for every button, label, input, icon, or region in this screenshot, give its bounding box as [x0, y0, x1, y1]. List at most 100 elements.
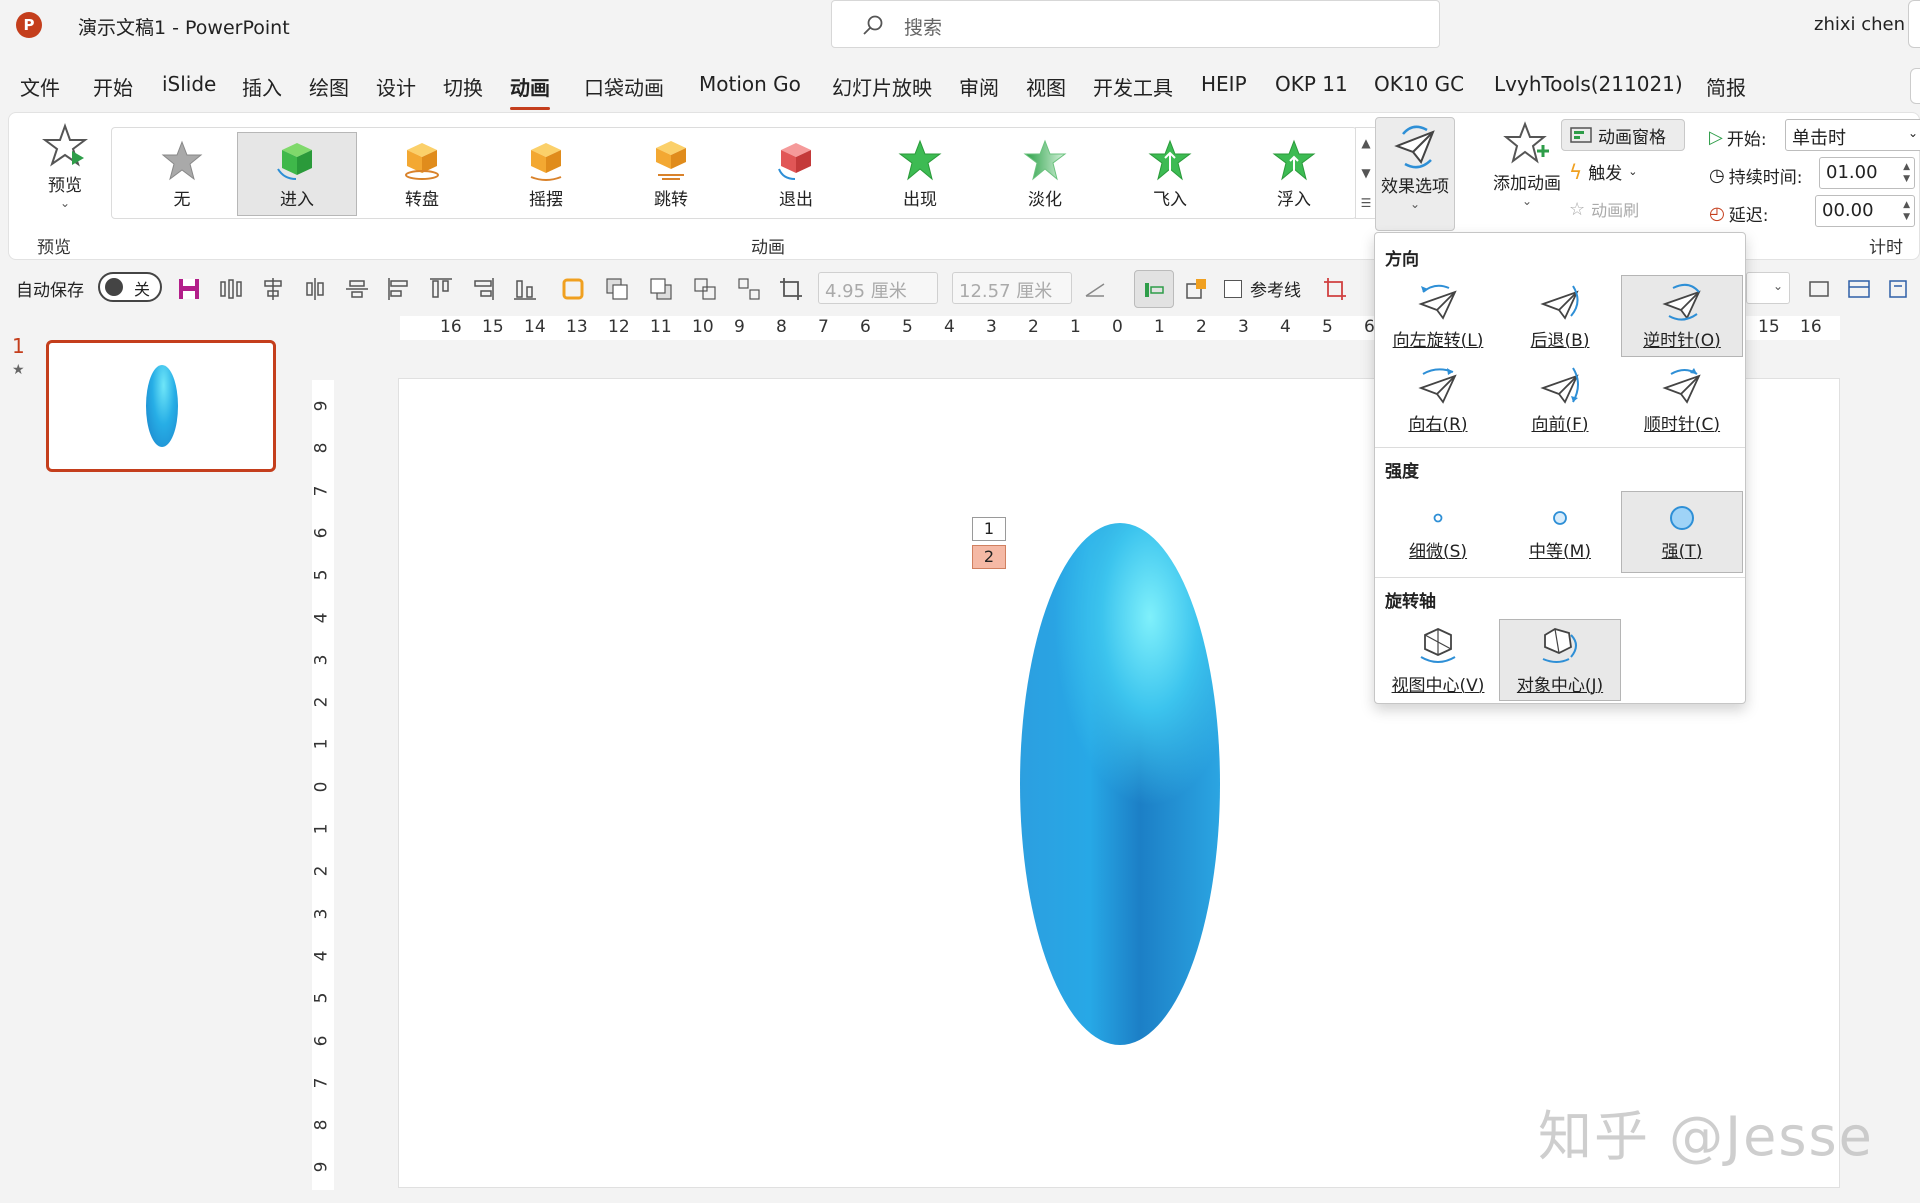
direction-forward[interactable]: 向前(F) [1499, 359, 1621, 441]
slide-thumbnail[interactable] [46, 340, 276, 472]
tab-ok10gc[interactable]: OK10 GC [1374, 72, 1464, 96]
align-middle-icon[interactable] [344, 276, 370, 302]
tab-review[interactable]: 审阅 [959, 72, 999, 101]
align-bottom-icon[interactable] [512, 276, 538, 302]
shape-height-input[interactable]: 12.57 厘米 [952, 272, 1072, 304]
fit-slide-icon[interactable] [1806, 276, 1832, 302]
align-right-icon[interactable] [470, 276, 496, 302]
tab-draw[interactable]: 绘图 [309, 72, 349, 101]
insert-shape-icon[interactable] [1184, 276, 1210, 302]
distribute-vertical-icon[interactable] [302, 276, 328, 302]
intensity-subtle[interactable]: 细微(S) [1377, 491, 1499, 573]
crop-icon[interactable] [778, 276, 804, 302]
gallery-scroll-down-icon[interactable]: ▼ [1356, 158, 1376, 188]
crop-red-icon[interactable] [1322, 276, 1348, 302]
cube-swing-icon [530, 142, 562, 181]
shape-width-input[interactable]: 4.95 厘米 [818, 272, 938, 304]
group-label-timing: 计时 [1869, 238, 1903, 258]
autosave-toggle[interactable]: 关 [98, 272, 162, 302]
distribute-horizontal-icon[interactable] [218, 276, 244, 302]
tab-developer[interactable]: 开发工具 [1093, 72, 1173, 101]
tab-design[interactable]: 设计 [376, 72, 416, 101]
rotate-icon[interactable] [1082, 276, 1108, 302]
ellipse-shape[interactable] [1020, 523, 1220, 1045]
gallery-more-icon[interactable]: ☰ [1356, 188, 1376, 218]
gallery-item-appear[interactable]: 出现 [860, 132, 980, 216]
gallery-item-turntable[interactable]: 转盘 [362, 132, 482, 216]
preview-button[interactable]: 预览 ⌄ [31, 123, 99, 233]
gallery-item-enter[interactable]: 进入 [237, 132, 357, 216]
ungroup-icon[interactable] [736, 276, 762, 302]
text-box-icon[interactable] [1886, 276, 1912, 302]
ruler-tick-label: 1 [311, 738, 332, 750]
gallery-scroll-up-icon[interactable]: ▲ [1356, 128, 1376, 158]
tab-insert[interactable]: 插入 [242, 72, 282, 101]
tab-pocket-animation[interactable]: 口袋动画 [584, 72, 664, 101]
intensity-moderate[interactable]: 中等(M) [1499, 491, 1621, 573]
spin-down-icon[interactable]: ▼ [1903, 174, 1910, 184]
animation-tag-2[interactable]: 2 [972, 545, 1006, 569]
tab-lvyhtools[interactable]: LvyhTools(211021) [1494, 72, 1683, 96]
gallery-item-none[interactable]: 无 [122, 132, 242, 216]
table-icon[interactable] [1846, 276, 1872, 302]
axis-item-label: 对象中心(J) [1516, 675, 1604, 696]
selection-pane-button[interactable] [1134, 270, 1174, 308]
spin-up-icon[interactable]: ▲ [1903, 162, 1910, 172]
align-left-icon[interactable] [386, 276, 412, 302]
trigger-label: 触发 [1588, 164, 1623, 184]
search-input[interactable]: 搜索 [831, 0, 1440, 48]
user-account-name[interactable]: zhixi chen [1814, 14, 1905, 35]
tab-heip[interactable]: HEIP [1201, 72, 1247, 96]
direction-backward[interactable]: 后退(B) [1499, 275, 1621, 357]
tab-view[interactable]: 视图 [1026, 72, 1066, 101]
tab-okp11[interactable]: OKP 11 [1275, 72, 1348, 96]
send-backward-icon[interactable] [648, 276, 674, 302]
axis-object-center[interactable]: 对象中心(J) [1499, 619, 1621, 701]
start-select[interactable]: 单击时 ⌄ [1785, 119, 1920, 151]
duration-input[interactable]: 01.00 ▲ ▼ [1819, 157, 1915, 189]
axis-view-center[interactable]: 视图中心(V) [1377, 619, 1499, 701]
ruler-tick-label: 8 [311, 1119, 332, 1131]
tab-file[interactable]: 文件 [20, 72, 60, 101]
tab-islide[interactable]: iSlide [162, 72, 216, 96]
gallery-item-fly-in[interactable]: 飞入 [1110, 132, 1230, 216]
guides-checkbox[interactable]: 参考线 [1224, 276, 1301, 301]
group-icon[interactable] [692, 276, 718, 302]
animation-painter-button[interactable]: ☆ 动画刷 [1569, 197, 1639, 221]
gallery-item-swing[interactable]: 摇摆 [486, 132, 606, 216]
tab-slideshow[interactable]: 幻灯片放映 [832, 72, 932, 101]
tab-transitions[interactable]: 切换 [443, 72, 483, 101]
bring-forward-icon[interactable] [604, 276, 630, 302]
gallery-item-jump[interactable]: 跳转 [611, 132, 731, 216]
intensity-strong[interactable]: 强(T) [1621, 491, 1743, 573]
tab-briefing[interactable]: 简报 [1706, 72, 1746, 101]
start-label: 开始: [1726, 130, 1767, 150]
spin-down-icon[interactable]: ▼ [1903, 212, 1910, 222]
direction-clockwise[interactable]: 顺时针(C) [1621, 359, 1743, 441]
gallery-item-fade[interactable]: 淡化 [985, 132, 1105, 216]
window-edge-control[interactable] [1908, 0, 1920, 48]
spin-up-icon[interactable]: ▲ [1903, 200, 1910, 210]
align-top-icon[interactable] [428, 276, 454, 302]
direction-rotate-left[interactable]: 向左旋转(L) [1377, 275, 1499, 357]
trigger-button[interactable]: ϟ 触发 ⌄ [1569, 159, 1637, 185]
animation-pane-button[interactable]: 动画窗格 [1561, 119, 1685, 151]
align-center-icon[interactable] [260, 276, 286, 302]
direction-right[interactable]: 向右(R) [1377, 359, 1499, 441]
effect-options-button[interactable]: 效果选项 ⌄ [1375, 117, 1455, 231]
tab-motion-go[interactable]: Motion Go [699, 72, 801, 96]
gallery-item-float-in[interactable]: 浮入 [1234, 132, 1354, 216]
delay-input[interactable]: 00.00 ▲ ▼ [1815, 195, 1915, 227]
save-icon[interactable] [176, 276, 202, 302]
intensity-heading: 强度 [1385, 462, 1419, 482]
shape-outline-icon[interactable] [560, 276, 586, 302]
gallery-item-label: 飞入 [1153, 189, 1187, 210]
ribbon-edge-control[interactable] [1910, 68, 1920, 104]
animation-tag-1[interactable]: 1 [972, 517, 1006, 541]
tab-home[interactable]: 开始 [93, 72, 133, 101]
gallery-item-exit[interactable]: 退出 [736, 132, 856, 216]
qat-dropdown[interactable]: ⌄ [1746, 272, 1790, 304]
add-animation-icon [1503, 121, 1549, 164]
direction-counterclockwise[interactable]: 逆时针(O) [1621, 275, 1743, 357]
tab-animations[interactable]: 动画 [510, 72, 550, 110]
